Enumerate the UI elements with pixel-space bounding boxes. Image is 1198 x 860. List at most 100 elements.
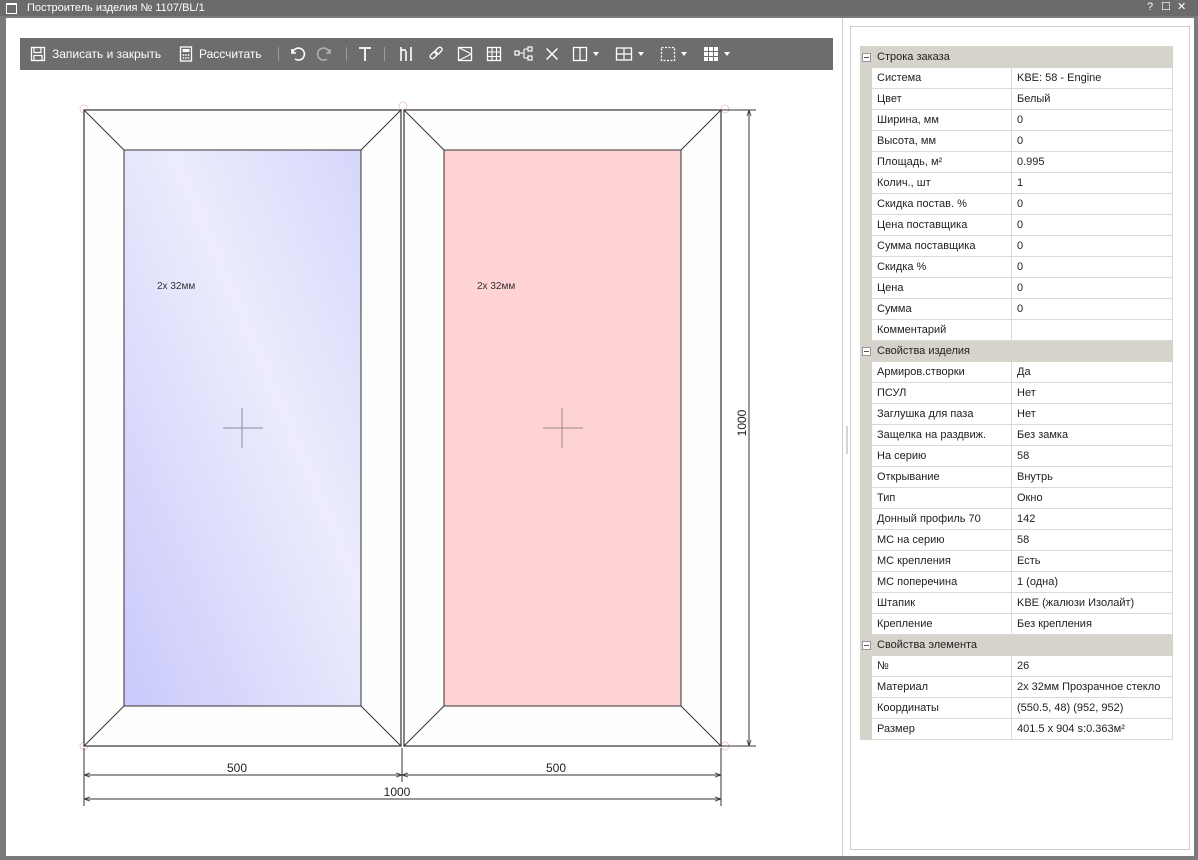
sash-right[interactable]: 2x 32мм (403, 109, 722, 747)
property-value[interactable]: 26 (1011, 655, 1173, 677)
property-row[interactable]: Сумма 0 (860, 298, 1173, 320)
property-row[interactable]: Высота, мм 0 (860, 130, 1173, 152)
property-row[interactable]: На серию 58 (860, 445, 1173, 467)
row-gutter (860, 361, 872, 383)
window-drawing: 2x 32мм 2x 32мм 1000 500 500 1000 (79, 101, 756, 806)
property-value[interactable]: Нет (1011, 403, 1173, 425)
property-group-header[interactable]: Свойства изделия (860, 340, 1173, 362)
property-value[interactable]: 0 (1011, 277, 1173, 299)
property-value[interactable]: Без замка (1011, 424, 1173, 446)
property-group-filler (1011, 634, 1173, 656)
property-value[interactable]: 0 (1011, 130, 1173, 152)
property-row[interactable]: Материал 2x 32мм Прозрачное стекло (860, 676, 1173, 698)
property-value[interactable]: 1 (одна) (1011, 571, 1173, 593)
help-button[interactable]: ? (1147, 0, 1153, 15)
property-value[interactable]: 0 (1011, 298, 1173, 320)
property-row[interactable]: МС крепления Есть (860, 550, 1173, 572)
property-value[interactable]: KBE (жалюзи Изолайт) (1011, 592, 1173, 614)
property-value[interactable]: 0 (1011, 214, 1173, 236)
window-icon (6, 3, 17, 14)
property-value[interactable]: Да (1011, 361, 1173, 383)
property-value[interactable]: Внутрь (1011, 466, 1173, 488)
property-key: Скидка % (871, 256, 1012, 278)
pane-splitter[interactable] (846, 426, 848, 454)
property-key: Цвет (871, 88, 1012, 110)
property-row[interactable]: МС на серию 58 (860, 529, 1173, 551)
property-row[interactable]: Система KBE: 58 - Engine (860, 67, 1173, 89)
property-group-header[interactable]: Строка заказа (860, 46, 1173, 68)
property-value[interactable]: 0 (1011, 193, 1173, 215)
row-gutter (860, 592, 872, 614)
property-group-filler (1011, 340, 1173, 362)
maximize-button[interactable]: ☐ (1161, 0, 1171, 15)
property-row[interactable]: Цена поставщика 0 (860, 214, 1173, 236)
property-value[interactable]: 401.5 x 904 s:0.363м² (1011, 718, 1173, 740)
property-row[interactable]: Сумма поставщика 0 (860, 235, 1173, 257)
row-gutter (860, 550, 872, 572)
row-gutter (860, 676, 872, 698)
property-row[interactable]: Крепление Без крепления (860, 613, 1173, 635)
property-key: На серию (871, 445, 1012, 467)
property-value[interactable]: KBE: 58 - Engine (1011, 67, 1173, 89)
property-key: ПСУЛ (871, 382, 1012, 404)
property-group-header[interactable]: Свойства элемента (860, 634, 1173, 656)
property-row[interactable]: Ширина, мм 0 (860, 109, 1173, 131)
property-row[interactable]: Скидка % 0 (860, 256, 1173, 278)
property-value[interactable]: 0.995 (1011, 151, 1173, 173)
property-row[interactable]: Скидка постав. % 0 (860, 193, 1173, 215)
property-value[interactable]: (550.5, 48) (952, 952) (1011, 697, 1173, 719)
property-key: Донный профиль 70 (871, 508, 1012, 530)
property-value[interactable] (1011, 319, 1173, 341)
property-value[interactable]: Нет (1011, 382, 1173, 404)
property-row[interactable]: Штапик KBE (жалюзи Изолайт) (860, 592, 1173, 614)
collapse-icon[interactable] (861, 52, 871, 62)
property-value[interactable]: Белый (1011, 88, 1173, 110)
property-row[interactable]: Открывание Внутрь (860, 466, 1173, 488)
property-value[interactable]: 1 (1011, 172, 1173, 194)
property-row[interactable]: МС поперечина 1 (одна) (860, 571, 1173, 593)
row-gutter (860, 382, 872, 404)
property-row[interactable]: Защелка на раздвиж. Без замка (860, 424, 1173, 446)
property-value[interactable]: 2x 32мм Прозрачное стекло (1011, 676, 1173, 698)
property-row[interactable]: № 26 (860, 655, 1173, 677)
property-value[interactable]: Есть (1011, 550, 1173, 572)
row-gutter (860, 508, 872, 530)
property-value[interactable]: 142 (1011, 508, 1173, 530)
property-value[interactable]: 58 (1011, 529, 1173, 551)
property-row[interactable]: Армиров.створки Да (860, 361, 1173, 383)
row-gutter (860, 613, 872, 635)
property-value[interactable]: Окно (1011, 487, 1173, 509)
collapse-icon[interactable] (861, 346, 871, 356)
property-row[interactable]: Размер 401.5 x 904 s:0.363м² (860, 718, 1173, 740)
row-gutter (860, 298, 872, 320)
property-value[interactable]: 0 (1011, 235, 1173, 257)
property-row[interactable]: Площадь, м² 0.995 (860, 151, 1173, 173)
property-value[interactable]: 0 (1011, 256, 1173, 278)
property-value[interactable]: Без крепления (1011, 613, 1173, 635)
row-gutter (860, 319, 872, 341)
close-button[interactable]: ✕ (1177, 0, 1186, 15)
property-row[interactable]: Цена 0 (860, 277, 1173, 299)
property-key: МС крепления (871, 550, 1012, 572)
property-row[interactable]: Тип Окно (860, 487, 1173, 509)
sash-left[interactable]: 2x 32мм (83, 109, 402, 747)
property-row[interactable]: Колич., шт 1 (860, 172, 1173, 194)
property-row[interactable]: Заглушка для паза Нет (860, 403, 1173, 425)
property-value[interactable]: 0 (1011, 109, 1173, 131)
property-row[interactable]: Цвет Белый (860, 88, 1173, 110)
property-row[interactable]: Координаты (550.5, 48) (952, 952) (860, 697, 1173, 719)
width-right-label: 500 (546, 761, 566, 775)
property-key: Комментарий (871, 319, 1012, 341)
property-key: Цена (871, 277, 1012, 299)
property-row[interactable]: Донный профиль 70 142 (860, 508, 1173, 530)
glass-label-right: 2x 32мм (477, 281, 515, 292)
property-row[interactable]: Комментарий (860, 319, 1173, 341)
property-row[interactable]: ПСУЛ Нет (860, 382, 1173, 404)
property-key: МС поперечина (871, 571, 1012, 593)
property-value[interactable]: 58 (1011, 445, 1173, 467)
drawing-pane: Записать и закрыть Рассчитать 2x 32мм 2x… (6, 18, 843, 856)
row-gutter (860, 130, 872, 152)
collapse-icon[interactable] (861, 640, 871, 650)
property-group-title: Свойства изделия (871, 340, 1012, 362)
properties-grid: Строка заказа Система KBE: 58 - Engine Цвет… (860, 46, 1173, 740)
